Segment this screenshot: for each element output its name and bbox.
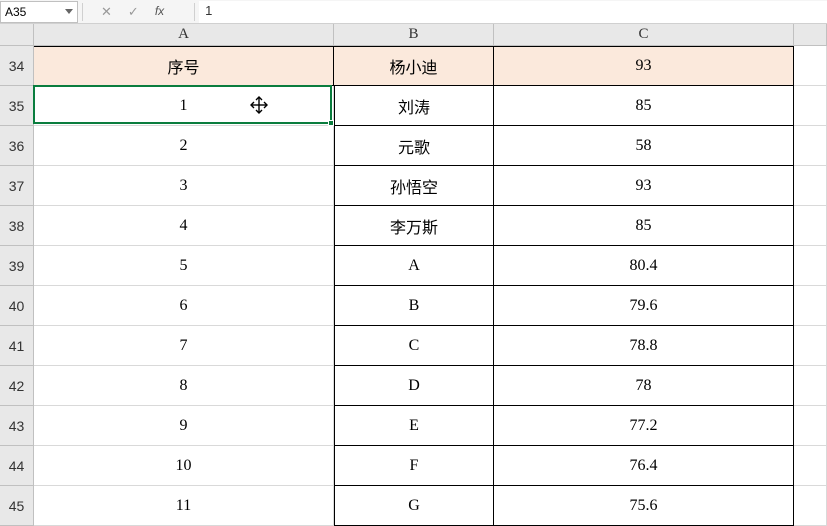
column-header-end[interactable]	[794, 24, 827, 46]
table-row: 4410F76.4	[0, 446, 827, 486]
cell[interactable]: A	[334, 246, 494, 286]
row-header[interactable]: 37	[0, 166, 34, 206]
row-header[interactable]: 36	[0, 126, 34, 166]
cell[interactable]: 杨小迪	[334, 46, 494, 86]
cell[interactable]	[794, 206, 827, 246]
column-header-C[interactable]: C	[494, 24, 794, 46]
accept-icon[interactable]: ✓	[128, 4, 139, 20]
formula-bar-icons: ✕ ✓ fx	[87, 4, 190, 20]
formula-input[interactable]: 1	[199, 1, 827, 23]
cell[interactable]: 85	[494, 86, 794, 126]
cell[interactable]: 80.4	[494, 246, 794, 286]
cell[interactable]	[794, 286, 827, 326]
table-row: 439E77.2	[0, 406, 827, 446]
table-row: 406B79.6	[0, 286, 827, 326]
cell[interactable]: G	[334, 486, 494, 526]
cell[interactable]: 7	[34, 326, 334, 366]
separator	[82, 3, 83, 21]
cell[interactable]: F	[334, 446, 494, 486]
cell[interactable]	[794, 126, 827, 166]
row-header[interactable]: 45	[0, 486, 34, 526]
cell[interactable]: B	[334, 286, 494, 326]
column-header-A[interactable]: A	[34, 24, 334, 46]
cell[interactable]: 78	[494, 366, 794, 406]
table-row: 428D78	[0, 366, 827, 406]
cell[interactable]: 85	[494, 206, 794, 246]
cell[interactable]: 6	[34, 286, 334, 326]
cell[interactable]: 2	[34, 126, 334, 166]
cell[interactable]: 77.2	[494, 406, 794, 446]
table-row: 384李万斯85	[0, 206, 827, 246]
cell[interactable]: 75.6	[494, 486, 794, 526]
fx-icon[interactable]: fx	[155, 4, 164, 20]
cell[interactable]: 93	[494, 166, 794, 206]
cell[interactable]	[794, 406, 827, 446]
name-box-dropdown-icon[interactable]	[65, 9, 73, 14]
cell[interactable]: 78.8	[494, 326, 794, 366]
separator	[194, 3, 195, 21]
cell[interactable]	[794, 446, 827, 486]
cell[interactable]	[794, 326, 827, 366]
sheet-area: A B C 34 序号 杨小迪 93 351刘涛85362元歌58373孙悟空9…	[0, 24, 827, 526]
cell[interactable]: 76.4	[494, 446, 794, 486]
cell[interactable]: 刘涛	[334, 86, 494, 126]
cell[interactable]	[794, 166, 827, 206]
row-header[interactable]: 41	[0, 326, 34, 366]
cell[interactable]	[794, 486, 827, 526]
row-header[interactable]: 40	[0, 286, 34, 326]
cell[interactable]: 9	[34, 406, 334, 446]
cell[interactable]	[794, 86, 827, 126]
table-row: 373孙悟空93	[0, 166, 827, 206]
cell[interactable]: D	[334, 366, 494, 406]
cell[interactable]: 李万斯	[334, 206, 494, 246]
row-header[interactable]: 35	[0, 86, 34, 126]
cell[interactable]: 93	[494, 46, 794, 86]
table-row: 4511G75.6	[0, 486, 827, 526]
cell[interactable]: 79.6	[494, 286, 794, 326]
cell[interactable]: 4	[34, 206, 334, 246]
row-header[interactable]: 43	[0, 406, 34, 446]
cell[interactable]: C	[334, 326, 494, 366]
cell[interactable]: 10	[34, 446, 334, 486]
column-headers: A B C	[0, 24, 827, 46]
table-row: 34 序号 杨小迪 93	[0, 46, 827, 86]
table-row: 351刘涛85	[0, 86, 827, 126]
table-row: 417C78.8	[0, 326, 827, 366]
table-row: 362元歌58	[0, 126, 827, 166]
cell[interactable]: 5	[34, 246, 334, 286]
cell[interactable]: 序号	[34, 46, 334, 86]
cell[interactable]: 58	[494, 126, 794, 166]
cell[interactable]: 1	[34, 86, 334, 126]
cell[interactable]	[794, 366, 827, 406]
formula-bar: A35 ✕ ✓ fx 1	[0, 0, 827, 24]
row-header[interactable]: 38	[0, 206, 34, 246]
name-box[interactable]: A35	[0, 1, 78, 23]
column-header-B[interactable]: B	[334, 24, 494, 46]
cell[interactable]: 元歌	[334, 126, 494, 166]
cell[interactable]: 8	[34, 366, 334, 406]
table-row: 395A80.4	[0, 246, 827, 286]
row-header[interactable]: 34	[0, 46, 34, 86]
cell[interactable]: 3	[34, 166, 334, 206]
cell[interactable]	[794, 246, 827, 286]
row-header[interactable]: 42	[0, 366, 34, 406]
row-header[interactable]: 44	[0, 446, 34, 486]
cell[interactable]: E	[334, 406, 494, 446]
cell[interactable]: 孙悟空	[334, 166, 494, 206]
select-all-corner[interactable]	[0, 24, 34, 46]
cancel-icon[interactable]: ✕	[101, 4, 112, 20]
name-box-value: A35	[5, 5, 26, 19]
row-header[interactable]: 39	[0, 246, 34, 286]
cell[interactable]: 11	[34, 486, 334, 526]
cell[interactable]	[794, 46, 827, 86]
